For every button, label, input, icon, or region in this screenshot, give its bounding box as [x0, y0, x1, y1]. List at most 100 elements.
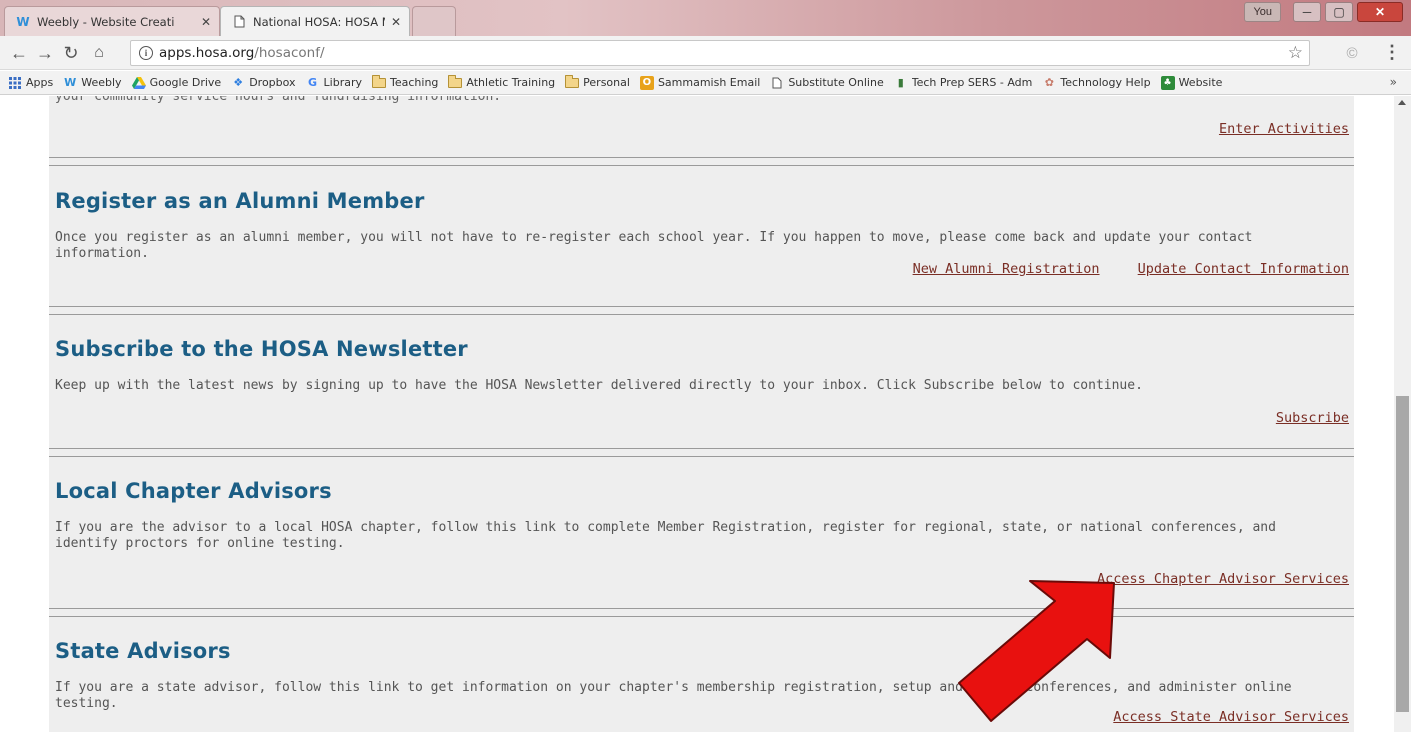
drive-icon — [131, 76, 146, 90]
tree-icon: ♣ — [1160, 75, 1175, 90]
access-chapter-advisor-services-link[interactable]: Access Chapter Advisor Services — [1097, 571, 1349, 587]
alumni-section: Register as an Alumni Member Once you re… — [49, 166, 1354, 307]
scrollbar-thumb[interactable] — [1396, 396, 1409, 712]
section-title: Local Chapter Advisors — [55, 479, 332, 503]
bookmark-label: Google Drive — [149, 76, 222, 89]
activities-section: your community service hours and fundrai… — [49, 96, 1354, 158]
bookmark-label: Weebly — [81, 76, 122, 89]
close-window-button[interactable]: ✕ — [1357, 2, 1403, 22]
tab-hosa[interactable]: National HOSA: HOSA M ✕ — [220, 6, 410, 36]
bookmark-label: Tech Prep SERS - Adm — [911, 76, 1033, 89]
url-host: apps.hosa.org — [159, 45, 255, 61]
bookmark-google-drive[interactable]: Google Drive — [131, 76, 222, 90]
bookmarks-bar: Apps W Weebly Google Drive ❖ Dropbox G Libr… — [0, 71, 1411, 95]
scroll-up-arrow-icon[interactable] — [1398, 100, 1406, 105]
browser-toolbar: ← → ↻ ⌂ i apps.hosa.org/hosaconf/ ☆ © ⋮ — [0, 36, 1411, 70]
section-text: your community service hours and fundrai… — [55, 96, 502, 104]
access-state-advisor-services-link[interactable]: Access State Advisor Services — [1113, 709, 1349, 725]
bookmark-teaching[interactable]: Teaching — [372, 74, 438, 90]
section-divider — [49, 307, 1354, 315]
section-links: Access Chapter Advisor Services — [1067, 571, 1354, 587]
section-text: Keep up with the latest news by signing … — [55, 378, 1143, 393]
section-links: Subscribe — [1246, 410, 1354, 426]
info-icon[interactable]: i — [139, 46, 153, 60]
new-tab-button[interactable] — [412, 6, 456, 36]
bookmark-label: Apps — [26, 76, 54, 89]
section-text: If you are a state advisor, follow this … — [55, 680, 1292, 711]
section-links: New Alumni Registration Update Contact I… — [883, 261, 1354, 277]
window-controls: You ─ ▢ ✕ — [1244, 2, 1403, 22]
minimize-button[interactable]: ─ — [1293, 2, 1321, 22]
section-title: Register as an Alumni Member — [55, 189, 425, 213]
browser-titlebar: W Weebly - Website Creati ✕ National HOS… — [0, 0, 1411, 36]
bookmark-label: Dropbox — [249, 76, 296, 89]
leaf-icon: ▮ — [897, 76, 904, 89]
folder-icon — [565, 74, 580, 90]
bookmark-substitute-online[interactable]: Substitute Online — [770, 76, 884, 90]
vertical-scrollbar[interactable] — [1394, 96, 1411, 732]
menu-dots-icon[interactable]: ⋮ — [1383, 42, 1401, 63]
folder-icon — [448, 74, 463, 90]
bookmark-label: Personal — [583, 76, 630, 89]
more-bookmarks-icon[interactable]: » — [1390, 75, 1397, 89]
apps-grid-icon — [8, 76, 22, 90]
bookmark-dropbox[interactable]: ❖ Dropbox — [231, 76, 295, 90]
back-arrow-icon[interactable]: ← — [8, 42, 30, 64]
user-badge[interactable]: You — [1244, 2, 1281, 22]
maximize-button[interactable]: ▢ — [1325, 2, 1353, 22]
bookmark-label: Athletic Training — [466, 76, 556, 89]
bookmark-athletic-training[interactable]: Athletic Training — [448, 74, 556, 90]
section-text: Once you register as an alumni member, y… — [55, 230, 1253, 261]
bookmark-website[interactable]: ♣ Website — [1160, 75, 1223, 90]
url-path: /hosaconf/ — [254, 45, 325, 61]
address-bar[interactable]: i apps.hosa.org/hosaconf/ ☆ — [130, 40, 1310, 66]
bookmark-label: Website — [1178, 76, 1223, 89]
folder-icon — [372, 74, 387, 90]
bookmark-sammamish-email[interactable]: O Sammamish Email — [639, 75, 760, 90]
tab-title: National HOSA: HOSA M — [253, 14, 385, 29]
section-links: Enter Activities — [1189, 121, 1354, 137]
reload-icon[interactable]: ↻ — [60, 42, 82, 64]
page-icon — [770, 76, 784, 90]
section-links: Access State Advisor Services — [1083, 709, 1354, 725]
section-title: State Advisors — [55, 639, 231, 663]
content-column: your community service hours and fundrai… — [49, 96, 1354, 732]
forward-arrow-icon[interactable]: → — [34, 42, 56, 64]
new-alumni-registration-link[interactable]: New Alumni Registration — [913, 261, 1100, 277]
bookmark-label: Library — [323, 76, 363, 89]
dropbox-icon: ❖ — [233, 76, 244, 89]
weebly-icon: W — [16, 14, 30, 29]
star-icon[interactable]: ☆ — [1288, 43, 1303, 63]
weebly-icon: W — [64, 76, 77, 89]
extension-icon[interactable]: © — [1343, 44, 1361, 62]
section-text: If you are the advisor to a local HOSA c… — [55, 520, 1276, 551]
tab-title: Weebly - Website Creati — [37, 14, 175, 29]
state-advisors-section: State Advisors If you are a state adviso… — [49, 617, 1354, 732]
outlook-icon: O — [639, 75, 654, 90]
close-icon[interactable]: ✕ — [201, 15, 211, 29]
section-divider — [49, 158, 1354, 166]
bookmark-technology-help[interactable]: ✿ Technology Help — [1042, 76, 1151, 90]
tab-weebly[interactable]: W Weebly - Website Creati ✕ — [4, 6, 220, 36]
bookmark-label: Technology Help — [1060, 76, 1151, 89]
bookmark-library[interactable]: G Library — [306, 76, 362, 90]
section-title: Subscribe to the HOSA Newsletter — [55, 337, 468, 361]
enter-activities-link[interactable]: Enter Activities — [1219, 121, 1349, 137]
section-divider — [49, 449, 1354, 457]
section-divider — [49, 609, 1354, 617]
close-icon[interactable]: ✕ — [391, 15, 401, 29]
bookmark-personal[interactable]: Personal — [565, 74, 630, 90]
update-contact-information-link[interactable]: Update Contact Information — [1138, 261, 1349, 277]
brain-icon: ✿ — [1044, 76, 1054, 89]
newsletter-section: Subscribe to the HOSA Newsletter Keep up… — [49, 315, 1354, 449]
chapter-advisors-section: Local Chapter Advisors If you are the ad… — [49, 457, 1354, 609]
subscribe-link[interactable]: Subscribe — [1276, 410, 1349, 426]
page-icon — [231, 14, 247, 30]
bookmark-label: Substitute Online — [788, 76, 884, 89]
home-icon[interactable]: ⌂ — [88, 42, 110, 64]
bookmark-tech-prep[interactable]: ▮ Tech Prep SERS - Adm — [894, 76, 1033, 90]
page-viewport: your community service hours and fundrai… — [0, 96, 1394, 732]
google-icon: G — [308, 76, 318, 89]
bookmark-apps[interactable]: Apps — [8, 76, 53, 90]
bookmark-weebly[interactable]: W Weebly — [63, 76, 121, 90]
